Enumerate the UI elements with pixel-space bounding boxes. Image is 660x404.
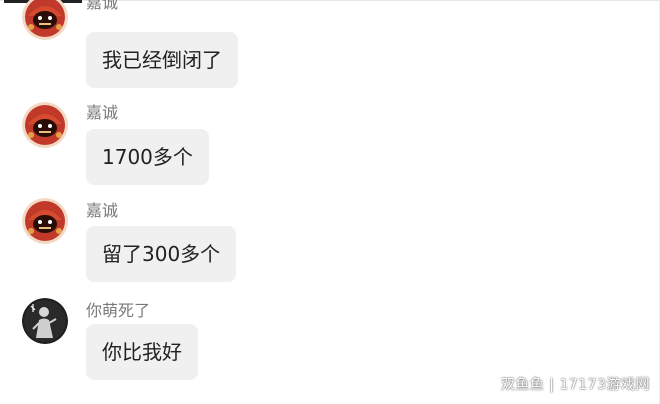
- chat-screen: 嘉诚 我已经倒闭了 嘉诚 1700多个 嘉诚 留了300多个 你萌死了 你比我好…: [0, 0, 660, 404]
- message-bubble[interactable]: 我已经倒闭了: [86, 32, 238, 88]
- red-mascot-avatar-icon[interactable]: [22, 198, 68, 244]
- message-bubble[interactable]: 你比我好: [86, 324, 198, 380]
- dark-sketch-avatar-icon[interactable]: [22, 298, 68, 344]
- red-mascot-avatar-icon[interactable]: [22, 102, 68, 148]
- sender-name: 嘉诚: [86, 201, 119, 220]
- message-bubble[interactable]: 1700多个: [86, 129, 209, 185]
- message-bubble[interactable]: 留了300多个: [86, 226, 237, 282]
- sender-name: 嘉诚: [86, 103, 119, 122]
- sender-name: 你萌死了: [86, 301, 151, 320]
- red-mascot-avatar-icon[interactable]: [22, 0, 68, 40]
- watermark: 双鱼鱼 | 17173游戏网: [500, 377, 650, 393]
- sender-name: 嘉诚: [86, 0, 119, 12]
